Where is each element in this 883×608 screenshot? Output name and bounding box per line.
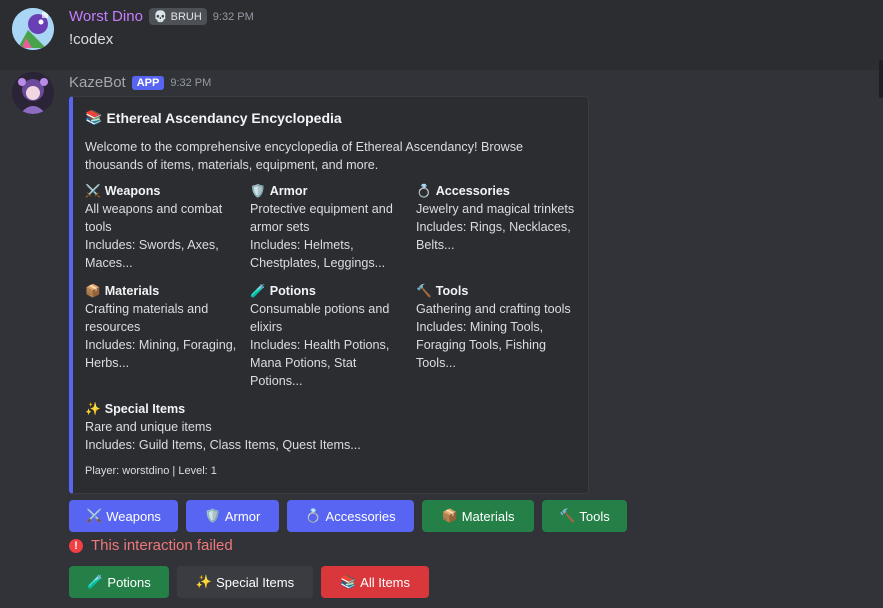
sparkles-icon: ✨ [85, 402, 101, 416]
avatar[interactable] [12, 8, 54, 50]
app-badge: APP [131, 75, 165, 90]
materials-button[interactable]: 📦 Materials [422, 500, 534, 532]
potions-button[interactable]: 🧪 Potions [69, 566, 169, 598]
avatar[interactable] [12, 72, 54, 114]
package-icon: 📦 [441, 508, 458, 523]
hammer-icon: 🔨 [559, 508, 576, 523]
sparkles-icon: ✨ [195, 574, 213, 589]
field-includes: Includes: Mining, Foraging, Herbs... [85, 338, 237, 370]
guild-tag-label: BRUH [170, 10, 202, 23]
field-desc: Consumable potions and elixirs [250, 302, 390, 334]
field-accessories: 💍 Accessories Jewelry and magical trinket… [416, 182, 576, 254]
field-desc: Crafting materials and resources [85, 302, 209, 334]
field-special-items: ✨ Special Items Rare and unique items Inc… [85, 400, 505, 454]
username[interactable]: KazeBot [69, 74, 126, 91]
message-header: KazeBot APP 9:32 PM [69, 74, 211, 91]
button-label: Special Items [216, 574, 295, 590]
ring-icon: 💍 [416, 184, 432, 198]
armor-button[interactable]: 🛡️ Armor [186, 500, 279, 532]
field-includes: Includes: Mining Tools, Foraging Tools, … [416, 320, 546, 370]
package-icon: 📦 [85, 284, 101, 298]
special-items-button[interactable]: ✨ Special Items [177, 566, 313, 598]
button-label: Potions [107, 574, 151, 590]
scrollbar[interactable] [879, 60, 883, 98]
potion-icon: 🧪 [250, 284, 266, 298]
field-desc: Gathering and crafting tools [416, 302, 571, 316]
field-potions: 🧪 Potions Consumable potions and elixirs … [250, 282, 410, 390]
field-name: Tools [435, 284, 469, 298]
field-desc: All weapons and combat tools [85, 202, 223, 234]
swords-icon: ⚔️ [85, 184, 101, 198]
message-worst-dino: Worst Dino 💀 BRUH 9:32 PM !codex [0, 0, 883, 70]
field-name: Materials [104, 284, 160, 298]
field-desc: Jewelry and magical trinkets [416, 202, 575, 216]
guild-tag[interactable]: 💀 BRUH [148, 8, 207, 25]
field-name: Accessories [435, 184, 510, 198]
tools-button[interactable]: 🔨 Tools [542, 500, 627, 532]
interaction-failed-message: ! This interaction failed [69, 537, 233, 554]
field-name: Weapons [104, 184, 161, 198]
embed-title-text: Ethereal Ascendancy Encyclopedia [106, 109, 342, 126]
books-icon: 📚 [85, 109, 103, 125]
field-armor: 🛡️ Armor Protective equipment and armor s… [250, 182, 410, 272]
embed-footer: Player: worstdino | Level: 1 [85, 465, 217, 477]
message-header: Worst Dino 💀 BRUH 9:32 PM [69, 8, 254, 25]
shield-icon: 🛡️ [250, 184, 266, 198]
field-includes: Includes: Swords, Axes, Maces... [85, 238, 219, 270]
books-icon: 📚 [339, 574, 357, 589]
embed-title: 📚 Ethereal Ascendancy Encyclopedia [85, 109, 342, 126]
username[interactable]: Worst Dino [69, 8, 143, 25]
timestamp: 9:32 PM [170, 76, 212, 89]
hammer-icon: 🔨 [416, 284, 432, 298]
button-label: Armor [224, 508, 261, 524]
accessories-button[interactable]: 💍 Accessories [287, 500, 414, 532]
error-icon: ! [69, 538, 83, 553]
timestamp: 9:32 PM [212, 10, 254, 23]
button-label: Weapons [106, 508, 161, 524]
field-includes: Includes: Guild Items, Class Items, Ques… [85, 438, 361, 452]
field-name: Special Items [104, 402, 186, 416]
error-text: This interaction failed [91, 537, 233, 554]
field-tools: 🔨 Tools Gathering and crafting tools Incl… [416, 282, 576, 372]
message-content: !codex [69, 31, 114, 48]
button-label: Materials [461, 508, 515, 524]
dino-avatar-icon [12, 8, 54, 50]
field-includes: Includes: Helmets, Chestplates, Leggings… [250, 238, 386, 270]
field-name: Armor [269, 184, 308, 198]
button-label: Accessories [325, 508, 396, 524]
button-label: All Items [360, 574, 411, 590]
weapons-button[interactable]: ⚔️ Weapons [69, 500, 178, 532]
ring-icon: 💍 [305, 508, 322, 523]
field-name: Potions [269, 284, 316, 298]
potion-icon: 🧪 [87, 574, 104, 589]
all-items-button[interactable]: 📚 All Items [321, 566, 429, 598]
field-desc: Protective equipment and armor sets [250, 202, 393, 234]
embed: 📚 Ethereal Ascendancy Encyclopedia Welco… [69, 96, 589, 494]
field-includes: Includes: Health Potions, Mana Potions, … [250, 338, 390, 388]
skull-icon: 💀 [153, 11, 168, 23]
field-weapons: ⚔️ Weapons All weapons and combat tools I… [85, 182, 245, 272]
shield-icon: 🛡️ [204, 508, 221, 523]
embed-description: Welcome to the comprehensive encyclopedi… [85, 140, 523, 172]
button-label: Tools [579, 508, 610, 524]
field-materials: 📦 Materials Crafting materials and resour… [85, 282, 245, 372]
swords-icon: ⚔️ [86, 508, 103, 523]
field-desc: Rare and unique items [85, 420, 212, 434]
anime-avatar-icon [12, 72, 54, 114]
field-includes: Includes: Rings, Necklaces, Belts... [416, 220, 571, 252]
